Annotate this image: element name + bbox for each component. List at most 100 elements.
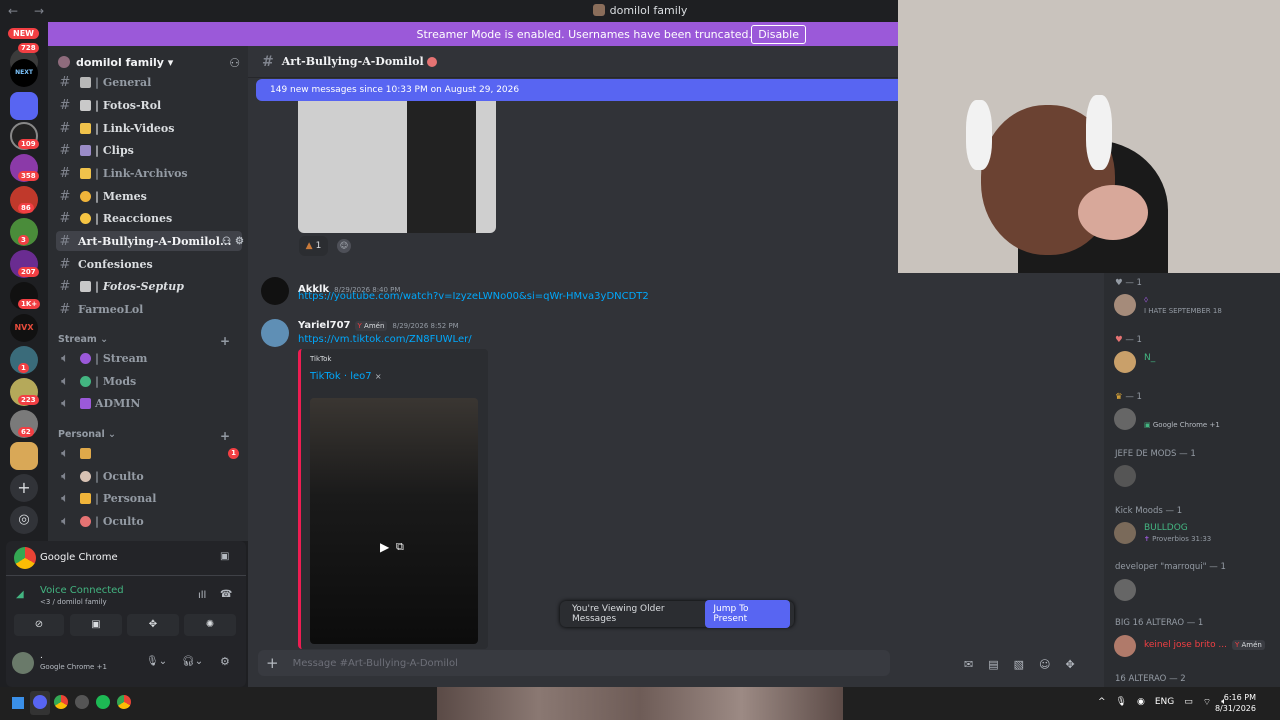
server-icon[interactable] bbox=[10, 442, 38, 470]
message-composer[interactable]: + Message #Art-Bullying-A-Domilol bbox=[258, 650, 890, 676]
add-channel-icon[interactable]: + bbox=[220, 429, 230, 443]
soundboard-button[interactable]: ✺ bbox=[184, 614, 236, 636]
reaction-button[interactable]: ▲ 1 bbox=[299, 236, 328, 256]
voice-channel-personal[interactable]: 🔈︎ | Personal bbox=[56, 488, 242, 508]
embed-title[interactable]: TikTok · leo7 × bbox=[310, 371, 382, 382]
channel-general[interactable]: # | General bbox=[56, 72, 242, 92]
voice-channel-oculto-2[interactable]: 🔈︎ | Oculto bbox=[56, 511, 242, 531]
unread-badge: 358 bbox=[18, 171, 39, 181]
avatar[interactable] bbox=[12, 652, 34, 674]
spotify-icon[interactable] bbox=[96, 695, 110, 709]
share-screen-button[interactable]: ▣ bbox=[70, 614, 122, 636]
server-icon[interactable] bbox=[10, 92, 38, 120]
member-group-header: Kick Moods — 1 bbox=[1115, 506, 1183, 516]
microphone-icon[interactable]: 🎙︎⌄ bbox=[146, 656, 167, 667]
voice-channel-oculto[interactable]: 🔈︎ | Oculto bbox=[56, 466, 242, 486]
category-stream[interactable]: Stream ⌄ + bbox=[58, 334, 230, 348]
message-input[interactable]: Message #Art-Bullying-A-Domilol bbox=[293, 658, 458, 669]
channel-fotos-septup[interactable]: # | Fotos-Septup bbox=[56, 276, 242, 296]
member-name[interactable]: ⬨ bbox=[1144, 295, 1148, 305]
channel-link-archivos[interactable]: # | Link-Archivos bbox=[56, 163, 242, 183]
language-indicator[interactable]: ENG bbox=[1155, 697, 1174, 708]
invite-icon[interactable]: ⚇ bbox=[222, 236, 231, 247]
emoji-icon[interactable]: ☺ bbox=[1039, 658, 1050, 671]
channel-confesiones[interactable]: # Confesiones bbox=[56, 254, 242, 274]
sticker-icon[interactable]: ▧ bbox=[1014, 658, 1024, 671]
gear-icon[interactable]: ⚙ bbox=[235, 236, 244, 247]
obs-icon[interactable] bbox=[75, 695, 89, 709]
chrome-icon[interactable] bbox=[117, 695, 131, 709]
add-reaction-icon[interactable]: ☺ bbox=[337, 239, 351, 253]
new-messages-bar[interactable]: 149 new messages since 10:33 PM on Augus… bbox=[256, 79, 898, 101]
member-name[interactable]: N_ bbox=[1144, 353, 1155, 363]
chevron-up-icon[interactable]: ^ bbox=[1098, 697, 1106, 708]
add-channel-icon[interactable]: + bbox=[220, 334, 230, 348]
screen-share-icon[interactable]: ▣ bbox=[220, 551, 229, 562]
gift-icon[interactable]: ✉ bbox=[964, 658, 973, 671]
avatar[interactable] bbox=[1114, 294, 1136, 316]
avatar[interactable] bbox=[1114, 351, 1136, 373]
member-name[interactable]: BULLDOG bbox=[1144, 523, 1188, 533]
voice-status[interactable]: Voice Connected bbox=[40, 585, 124, 596]
avatar[interactable] bbox=[261, 319, 289, 347]
noise-suppression-icon[interactable]: ıll bbox=[198, 590, 206, 601]
avatar[interactable] bbox=[1114, 579, 1136, 601]
channel-fotos-rol[interactable]: # | Fotos-Rol bbox=[56, 95, 242, 115]
network-icon[interactable]: ◉ bbox=[1137, 697, 1145, 708]
microphone-icon[interactable]: 🎙︎ bbox=[1116, 697, 1127, 708]
member-name[interactable]: keinel jose brito ... bbox=[1144, 640, 1227, 650]
message-author[interactable]: Yariel707 bbox=[298, 320, 351, 331]
clock[interactable]: 6:16 PM 8/31/2026 bbox=[1215, 692, 1256, 714]
play-icon[interactable]: ▶ bbox=[380, 540, 389, 554]
add-attachment-icon[interactable]: + bbox=[266, 654, 279, 672]
explore-icon[interactable]: ◎ bbox=[10, 506, 38, 534]
avatar[interactable] bbox=[1114, 465, 1136, 487]
open-external-icon[interactable]: ⧉ bbox=[396, 540, 404, 554]
nvx-server-icon[interactable]: NVX bbox=[10, 314, 38, 342]
channel-art-bullying[interactable]: # Art-Bullying-A-Domilol... ⚇ ⚙ bbox=[56, 231, 244, 251]
embed-title-text: TikTok · leo7 bbox=[310, 371, 372, 382]
avatar[interactable] bbox=[1114, 635, 1136, 657]
close-icon[interactable]: × bbox=[375, 372, 382, 381]
disconnect-icon[interactable]: ☎ bbox=[220, 589, 232, 600]
video-thumbnail[interactable]: ▶ ⧉ bbox=[310, 398, 478, 644]
avatar[interactable] bbox=[261, 277, 289, 305]
next-server-icon[interactable]: NEXT bbox=[10, 59, 38, 87]
hash-icon: # bbox=[59, 188, 71, 204]
voice-channel-admin[interactable]: 🔈︎ ADMIN bbox=[56, 393, 242, 413]
channel-farmeolol[interactable]: # FarmeoLol bbox=[56, 299, 242, 319]
add-server-icon[interactable]: + bbox=[10, 474, 38, 502]
avatar[interactable] bbox=[1114, 522, 1136, 544]
channel-link-videos[interactable]: # | Link-Videos bbox=[56, 118, 242, 138]
camera-button[interactable]: ⊘ bbox=[14, 614, 64, 636]
gif-icon[interactable]: ▤ bbox=[988, 658, 998, 671]
avatar[interactable] bbox=[1114, 408, 1136, 430]
voice-channel-mods[interactable]: 🔈︎ | Mods bbox=[56, 371, 242, 391]
channel-label: | Clips bbox=[95, 143, 134, 157]
display-icon[interactable]: ▭ bbox=[1184, 697, 1193, 708]
windows-start-icon[interactable] bbox=[12, 697, 24, 709]
message-link[interactable]: https://vm.tiktok.com/ZN8FUWLer/ bbox=[298, 334, 472, 345]
add-member-icon[interactable]: ⚇ bbox=[229, 56, 240, 70]
wifi-icon[interactable]: ⌔ bbox=[1203, 697, 1211, 708]
voice-channel-stream[interactable]: 🔈︎ | Stream bbox=[56, 348, 242, 368]
image-attachment[interactable] bbox=[298, 101, 496, 233]
channel-memes[interactable]: # | Memes bbox=[56, 186, 242, 206]
message-link[interactable]: https://youtube.com/watch?v=IzyzeLWNo00&… bbox=[298, 291, 649, 302]
category-personal[interactable]: Personal ⌄ + bbox=[58, 429, 230, 443]
apps-icon[interactable]: ✥ bbox=[1066, 658, 1075, 671]
channel-clips[interactable]: # | Clips bbox=[56, 140, 242, 160]
voice-channel-name[interactable]: <3 / domilol family bbox=[40, 598, 107, 606]
jump-to-present-button[interactable]: Jump To Present bbox=[705, 600, 790, 628]
chrome-icon[interactable] bbox=[54, 695, 68, 709]
activities-button[interactable]: ✥ bbox=[127, 614, 179, 636]
chat-area: # Art-Bullying-A-Domilol 149 new messages… bbox=[248, 46, 898, 687]
voice-channel-unnamed[interactable]: 🔈︎ 1 bbox=[56, 443, 242, 463]
username: . bbox=[40, 651, 43, 661]
mention-badge: 1 bbox=[228, 447, 239, 459]
headphones-icon[interactable]: 🎧︎⌄ bbox=[182, 656, 203, 667]
user-settings-icon[interactable]: ⚙ bbox=[220, 655, 230, 668]
discord-icon[interactable] bbox=[33, 695, 47, 709]
disable-button[interactable]: Disable bbox=[751, 24, 806, 44]
channel-reacciones[interactable]: # | Reacciones bbox=[56, 208, 242, 228]
